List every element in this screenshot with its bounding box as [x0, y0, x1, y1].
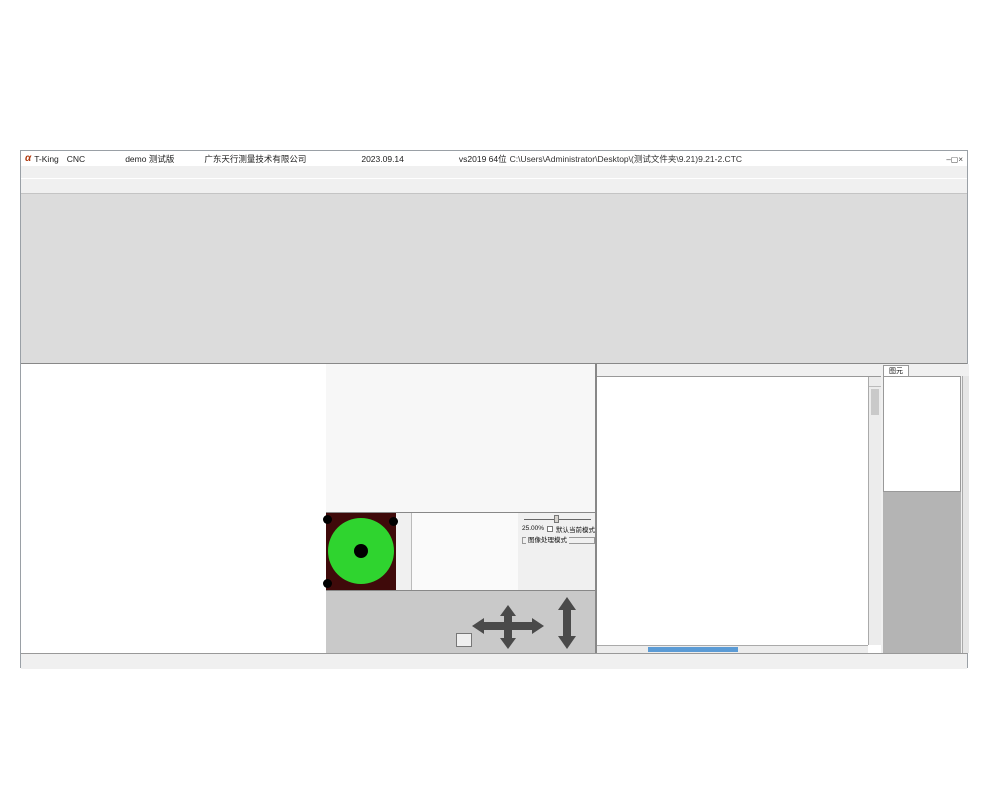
jog-down-arrow-icon[interactable]: [500, 638, 516, 649]
status-bar: [21, 653, 967, 669]
feature-list-panel: [21, 364, 326, 653]
build-info: vs2019 64位: [459, 153, 507, 165]
element-vscrollbar[interactable]: [962, 376, 969, 653]
menu-bar: [21, 166, 967, 178]
results-vscrollbar[interactable]: [868, 377, 881, 645]
brightness-value: 25.00%: [522, 525, 544, 532]
measure-toolbox: [326, 364, 596, 512]
element-panel-empty-area: [883, 492, 961, 653]
element-table: [883, 376, 961, 492]
tab-element[interactable]: 图元: [883, 365, 909, 376]
slope-button[interactable]: [456, 633, 472, 647]
lower-region: 25.00% 默认当前模式 图像处理模式: [21, 363, 967, 653]
title-bar: α T-King CNC demo 测试版 广东天行测量技术有限公司 2023.…: [21, 151, 967, 166]
ring-light-preview[interactable]: [326, 513, 396, 590]
file-path: C:\Users\Administrator\Desktop\(测试文件夹\9.…: [510, 153, 742, 165]
vscroll-thumb[interactable]: [871, 389, 879, 415]
app-logo-icon: α: [25, 153, 31, 164]
image-mode-group-label: 图像处理模式: [526, 534, 569, 544]
camera-strip: [21, 194, 967, 363]
app-edition: demo 测试版: [125, 153, 174, 165]
light-control-panel: 25.00% 默认当前模式 图像处理模式: [326, 512, 596, 590]
company-name: 广东天行测量技术有限公司: [204, 153, 306, 165]
build-date: 2023.09.14: [361, 154, 404, 164]
scroll-up-icon[interactable]: [869, 377, 881, 387]
window-close-button[interactable]: ×: [958, 155, 963, 164]
ring-dot: [323, 579, 332, 588]
element-panel: 图元: [881, 364, 969, 653]
results-hscrollbar[interactable]: [597, 645, 868, 653]
toolbar: [21, 178, 967, 194]
ring-dot: [323, 515, 332, 524]
brightness-row: 25.00% 默认当前模式: [522, 524, 595, 533]
element-tabs: 图元: [881, 364, 969, 376]
z-bar: [563, 609, 571, 637]
slider-thumb[interactable]: [554, 515, 559, 523]
default-mode-label: 默认当前模式: [556, 524, 595, 534]
ring-dot: [389, 517, 398, 526]
app-brand: T-King: [34, 154, 59, 164]
page: α T-King CNC demo 测试版 广东天行测量技术有限公司 2023.…: [0, 0, 1000, 789]
light-options: 25.00% 默认当前模式 图像处理模式: [518, 513, 604, 590]
default-mode-checkbox[interactable]: [547, 526, 553, 532]
hscroll-thumb[interactable]: [648, 647, 738, 652]
results-panel: [596, 364, 881, 653]
window-controls: –▢×: [946, 154, 963, 164]
middle-column: 25.00% 默认当前模式 图像处理模式: [326, 364, 596, 653]
app-window: α T-King CNC demo 测试版 广东天行测量技术有限公司 2023.…: [20, 150, 968, 668]
app-product: CNC: [67, 154, 85, 164]
z-down-arrow-icon[interactable]: [558, 636, 576, 649]
results-table: [597, 377, 868, 645]
jog-right-arrow-icon[interactable]: [532, 618, 544, 634]
results-tabs: [597, 364, 881, 377]
brightness-slider[interactable]: [524, 515, 591, 523]
light-mode-buttons: [396, 513, 412, 590]
light-sliders: [412, 513, 518, 590]
z-jog-control[interactable]: [558, 597, 576, 649]
jog-y-bar: [504, 615, 512, 639]
coordinate-readout: [326, 590, 596, 654]
xy-jog-control[interactable]: [472, 605, 544, 649]
ring-light-icon: [328, 518, 394, 584]
hscroll-track[interactable]: [606, 646, 859, 653]
image-mode-group: 图像处理模式: [522, 537, 595, 544]
